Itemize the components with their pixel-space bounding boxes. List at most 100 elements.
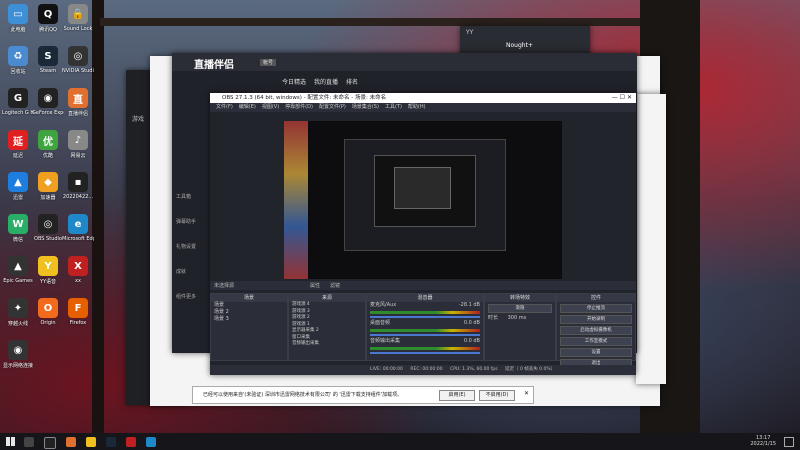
duration-input[interactable]: 300 ms [508, 315, 527, 321]
mixer-meter[interactable] [370, 329, 480, 332]
control-button[interactable]: 启动虚拟摄像机 [560, 326, 632, 335]
desktop-icon[interactable]: Y YY语音 [32, 256, 64, 285]
disable-button[interactable]: 不启用(D) [479, 390, 515, 401]
obs-menu-item[interactable]: 帮助(H) [408, 104, 426, 110]
desktop-icon[interactable]: ◉ 显示网络连接 [2, 340, 34, 369]
obs-menu-item[interactable]: 场景集合(S) [352, 104, 379, 110]
desktop-icon[interactable]: e Microsoft Edge [62, 214, 94, 242]
controls-panel: 控件 停止推流 开始录制 启动虚拟摄像机 工作室模式 设置 退出 [556, 293, 636, 368]
desktop-icon[interactable]: G Logitech G HUB [2, 88, 34, 116]
live-sidebar-item[interactable]: 工具箱 [176, 193, 210, 200]
control-button[interactable]: 停止推流 [560, 304, 632, 313]
obs-menu-item[interactable]: 视图(V) [262, 104, 279, 110]
scene-item[interactable]: 场景 3 [211, 316, 287, 323]
obs-menu-item[interactable]: 工具(T) [385, 104, 402, 110]
desktop-icon-glyph-icon: ▪ [68, 172, 88, 192]
desktop-icon-glyph-icon: e [68, 214, 88, 234]
desktop-icon[interactable]: ◉ GeForce Experience [32, 88, 64, 116]
desktop-icon[interactable]: O Origin [32, 298, 64, 326]
desktop-icon-label: 腾讯QQ [39, 27, 57, 33]
desktop-icon[interactable]: ◎ NVIDIA Studio [62, 46, 94, 74]
desktop-icon[interactable]: Xxx [62, 256, 94, 284]
desktop-icon[interactable]: 直直播伴侣 [62, 88, 94, 117]
desktop-icon[interactable]: ✦ 穿越火线 [2, 298, 34, 327]
preview-nested-3 [394, 167, 451, 209]
mixer-volume-slider[interactable] [370, 334, 480, 336]
desktop-icon[interactable]: ♻ 回收站 [2, 46, 34, 75]
desktop-icon[interactable]: 延延迟 [2, 130, 34, 159]
transition-panel: 转场特效 渐隐 时长 300 ms [484, 293, 556, 361]
control-button[interactable]: 开始录制 [560, 315, 632, 324]
live-tabs: 今日精选 我的直播 排名 [282, 77, 366, 87]
taskbar-steam-icon[interactable] [106, 437, 116, 447]
mixer-meter[interactable] [370, 347, 480, 350]
notification-close-icon[interactable]: ✕ [524, 390, 529, 397]
live-app-name: 直播伴侣 [194, 60, 234, 71]
desktop-icon[interactable]: ▲ Epic Games [2, 256, 34, 284]
live-badge: 帐号 [260, 59, 277, 66]
obs-menu-item[interactable]: 文件(F) [216, 104, 233, 110]
live-tab[interactable]: 今日精选 [282, 79, 306, 86]
desktop-icon[interactable]: W 微信 [2, 214, 34, 243]
desktop-icon[interactable]: ◆ 加速器 [32, 172, 64, 201]
desktop-icon-glyph-icon: 🔒 [68, 4, 88, 24]
desktop-icon[interactable]: Q 腾讯QQ [32, 4, 64, 33]
taskbar-search-icon[interactable] [24, 437, 34, 447]
obs-menu-item[interactable]: 编辑(E) [239, 104, 256, 110]
scene-item[interactable]: 场景 2 [211, 309, 287, 316]
transition-duration-row: 时长 300 ms [485, 315, 555, 322]
sources-header: 来源 [289, 294, 365, 302]
obs-preview[interactable] [284, 121, 562, 279]
taskbar-app-icon[interactable] [126, 437, 136, 447]
desktop-icon[interactable]: 优优酷 [32, 130, 64, 159]
source-item[interactable]: 音频输出采集 [289, 341, 365, 348]
preview-game-strip [284, 121, 308, 279]
live-header: 直播伴侣 帐号 [172, 53, 637, 71]
filters-button[interactable]: 滤镜 [330, 282, 340, 289]
taskbar-clock[interactable]: 13:17 2022/1/15 [750, 435, 776, 447]
desktop-icon-label: 此电脑 [10, 27, 26, 33]
notification-center-icon[interactable] [784, 437, 794, 447]
live-sidebar-item[interactable]: 成就 [176, 268, 210, 275]
enable-button[interactable]: 启用(E) [439, 390, 475, 401]
live-tab[interactable]: 我的直播 [314, 79, 338, 86]
live-tab[interactable]: 排名 [346, 79, 358, 86]
properties-button[interactable]: 属性 [310, 282, 320, 289]
desktop-icon-glyph-icon: 优 [38, 130, 58, 150]
control-button[interactable]: 工作室模式 [560, 337, 632, 346]
desktop-icon[interactable]: ▭ 此电脑 [2, 4, 34, 33]
mixer-volume-slider[interactable] [370, 352, 480, 354]
live-sidebar-item[interactable]: 组件更多 [176, 293, 210, 300]
addon-notification: 已经可以使用来自'(未验证) 深圳市迅雷网络技术有限公司' 的 '迅雷下载支持组… [192, 386, 534, 404]
obs-menu-item[interactable]: 配置文件(P) [319, 104, 346, 110]
mixer-channel: 音频输出采集 0.0 dB [367, 338, 483, 345]
desktop-icon-label: 加速器 [40, 195, 56, 201]
desktop-icon[interactable]: ◎ OBS Studio [32, 214, 64, 242]
desktop-icon-glyph-icon: F [68, 298, 88, 318]
taskbar-obs-icon[interactable] [44, 437, 56, 449]
desktop-icon[interactable]: ▲ 迅雷 [2, 172, 34, 201]
desktop-icon-glyph-icon: O [38, 298, 58, 318]
store-search[interactable]: 游戏 [132, 114, 144, 123]
desktop-icon[interactable]: S Steam [32, 46, 64, 74]
obs-menu-item[interactable]: 停靠部件(D) [285, 104, 313, 110]
mixer-volume-slider[interactable] [370, 316, 480, 318]
taskbar-live-icon[interactable] [66, 437, 76, 447]
desktop-icon-glyph-icon: ✦ [8, 298, 28, 318]
desktop-icon[interactable]: F Firefox [62, 298, 94, 326]
live-sidebar-item[interactable]: 弹幕助手 [176, 218, 210, 225]
control-button[interactable]: 设置 [560, 348, 632, 357]
taskbar-edge-icon[interactable] [146, 437, 156, 447]
desktop-icon[interactable]: ♪ 网易云 [62, 130, 94, 159]
start-button-icon[interactable] [6, 437, 15, 446]
transition-select[interactable]: 渐隐 [488, 304, 552, 313]
taskbar-yy-icon[interactable] [86, 437, 96, 447]
secondary-window [636, 94, 666, 384]
scene-item[interactable]: 场景 [211, 302, 287, 309]
mixer-channel-db: 0.0 dB [463, 338, 480, 344]
mixer-meter[interactable] [370, 311, 480, 314]
mixer-channel-db: 0.0 dB [463, 320, 480, 326]
desktop-icon[interactable]: 🔒 Sound Lock [62, 4, 94, 32]
live-sidebar-item[interactable]: 礼物设置 [176, 243, 210, 250]
desktop-icon[interactable]: ▪ 20220422... [62, 172, 94, 200]
